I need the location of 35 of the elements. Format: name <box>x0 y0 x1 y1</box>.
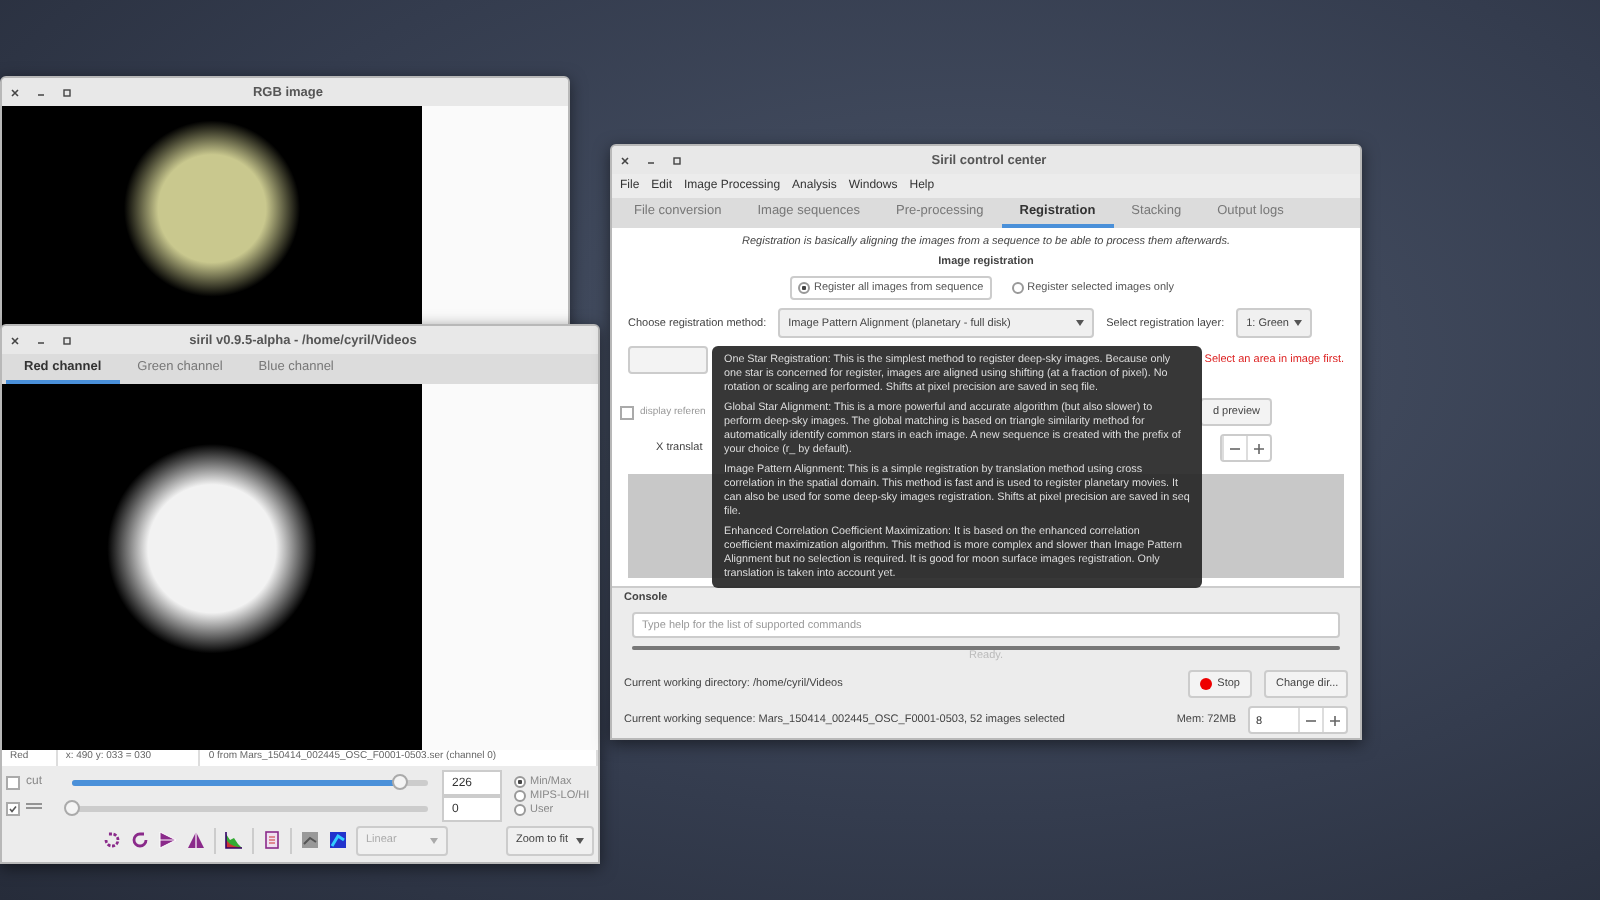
maximize-icon[interactable] <box>62 87 72 97</box>
flip-horizontal-icon[interactable] <box>158 830 178 850</box>
caret-icon <box>1294 320 1303 326</box>
color-image-icon[interactable] <box>328 830 348 850</box>
minus-icon[interactable] <box>1230 443 1240 453</box>
caret-icon <box>1076 320 1085 326</box>
maximize-icon[interactable] <box>672 155 682 165</box>
histogram-icon[interactable] <box>224 830 244 850</box>
rotate-right-icon[interactable] <box>130 830 150 850</box>
radio-dot[interactable] <box>797 282 810 294</box>
slider-thumb[interactable] <box>64 799 80 815</box>
caret-icon <box>576 837 584 843</box>
translation-spinner[interactable] <box>1220 434 1272 462</box>
document-icon[interactable] <box>262 830 282 850</box>
minus-icon[interactable] <box>1306 715 1316 725</box>
checkbox[interactable] <box>6 775 20 789</box>
radio-dot[interactable] <box>514 775 526 787</box>
radio-dot[interactable] <box>514 789 526 801</box>
checkbox[interactable] <box>620 405 634 419</box>
radio-dot[interactable] <box>514 803 526 815</box>
radio-dot[interactable] <box>1011 282 1024 294</box>
plus-icon[interactable] <box>1330 715 1340 725</box>
rotate-left-icon[interactable] <box>102 830 122 850</box>
image-icon[interactable] <box>300 830 320 850</box>
close-icon[interactable] <box>620 155 630 165</box>
slider-thumb[interactable] <box>391 773 408 789</box>
stop-icon <box>1199 678 1212 690</box>
maximize-icon[interactable] <box>62 335 72 345</box>
caret-icon <box>430 837 438 843</box>
checkbox[interactable] <box>6 801 20 815</box>
close-icon[interactable] <box>10 87 20 97</box>
gamma-icon <box>26 802 42 810</box>
plus-icon[interactable] <box>1254 443 1264 453</box>
close-icon[interactable] <box>10 335 20 345</box>
flip-vertical-icon[interactable] <box>186 830 206 850</box>
